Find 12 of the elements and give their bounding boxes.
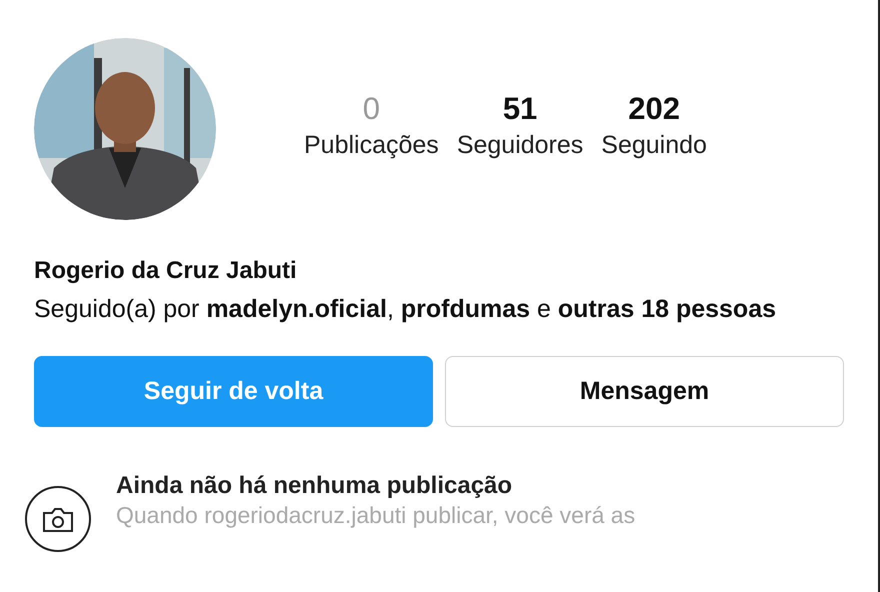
- followed-by-text: Seguido(a) por madelyn.oficial, profdumas e outras 18 pessoas: [34, 294, 778, 325]
- profile-name: Rogerio da Cruz Jabuti: [34, 256, 298, 286]
- stat-count: 51: [502, 90, 538, 128]
- camera-icon: [24, 485, 92, 553]
- empty-title: Ainda não há nenhuma publicação: [116, 471, 514, 501]
- message-button[interactable]: Mensagem: [445, 356, 844, 427]
- stat-label: Publicações: [304, 130, 439, 161]
- empty-description: Quando rogeriodacruz.jabuti publicar, você verá as: [116, 501, 636, 529]
- stat-label[interactable]: Seguindo: [601, 129, 707, 161]
- stat-count: 0: [362, 90, 380, 128]
- stat-count: 202: [628, 90, 680, 128]
- stat-label[interactable]: Seguidores: [456, 129, 584, 161]
